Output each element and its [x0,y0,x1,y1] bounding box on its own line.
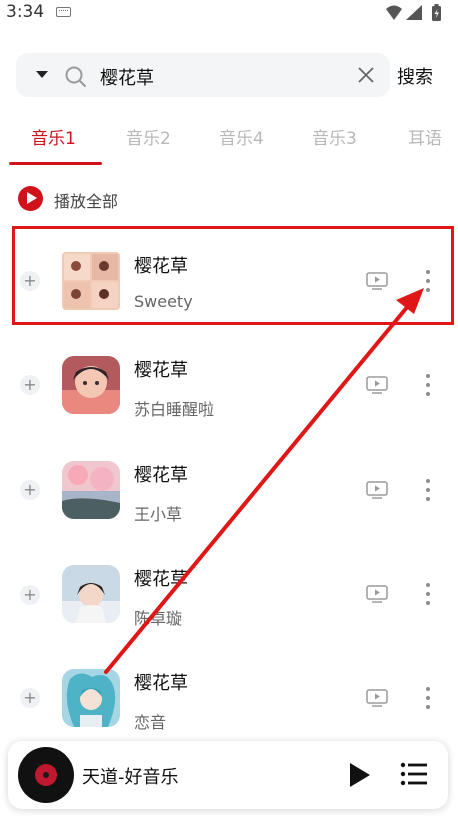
tab-whisper[interactable]: 耳语 [408,124,442,149]
mv-icon[interactable] [366,481,388,499]
now-playing-text: 天道-好音乐 [82,767,179,788]
play-all-label: 播放全部 [54,192,119,211]
play-circle-icon [18,186,43,211]
tab-music3[interactable]: 音乐3 [312,124,357,149]
song-title: 樱花草 [134,465,188,486]
search-bar: 樱花草 [16,53,390,97]
play-icon[interactable] [346,761,372,789]
clear-icon[interactable] [356,65,376,85]
playlist-icon[interactable] [400,761,428,787]
song-artist: 陈卓璇 [134,609,183,628]
more-options-icon[interactable] [418,685,438,711]
album-cover [62,461,120,519]
mv-icon[interactable] [366,689,388,707]
add-icon[interactable]: + [20,688,40,708]
keyboard-icon [56,7,71,17]
song-title: 樱花草 [134,569,188,590]
tab-music4[interactable]: 音乐4 [219,124,264,149]
mv-icon[interactable] [366,376,388,394]
song-artist: 恋音 [134,713,167,732]
system-status-icons [386,4,441,21]
vinyl-disc-icon [18,747,74,803]
song-artist: 苏白睡醒啦 [134,400,215,419]
tab-music1[interactable]: 音乐1 [31,124,76,149]
add-icon[interactable]: + [20,585,40,605]
search-input[interactable]: 樱花草 [100,64,154,90]
album-cover [62,669,120,727]
status-time: 3:34 [6,2,45,22]
album-cover [62,565,120,623]
annotation-highlight-box [12,226,454,325]
mini-player[interactable]: 天道-好音乐 [8,741,448,809]
song-row[interactable]: + 樱花草 苏白睡醒啦 [0,333,458,437]
more-options-icon[interactable] [418,372,438,398]
battery-icon [432,4,441,21]
song-title: 樱花草 [134,673,188,694]
search-button[interactable]: 搜索 [397,63,433,89]
tab-bar: 音乐1 音乐2 音乐4 音乐3 耳语 [0,118,458,166]
song-artist: 王小草 [134,505,183,524]
active-tab-indicator [9,162,102,165]
more-options-icon[interactable] [418,581,438,607]
mv-icon[interactable] [366,585,388,603]
more-options-icon[interactable] [418,477,438,503]
album-cover [62,356,120,414]
song-title: 樱花草 [134,360,188,381]
search-icon [65,66,86,87]
signal-icon [406,5,422,20]
dropdown-icon[interactable] [36,71,48,78]
song-row[interactable]: + 樱花草 王小草 [0,437,458,541]
song-row[interactable]: + 樱花草 陈卓璇 [0,541,458,645]
tab-music2[interactable]: 音乐2 [126,124,171,149]
add-icon[interactable]: + [20,375,40,395]
status-bar: 3:34 [0,0,458,26]
add-icon[interactable]: + [20,480,40,500]
song-row[interactable]: + 樱花草 恋音 [0,645,458,749]
wifi-icon [386,5,402,20]
